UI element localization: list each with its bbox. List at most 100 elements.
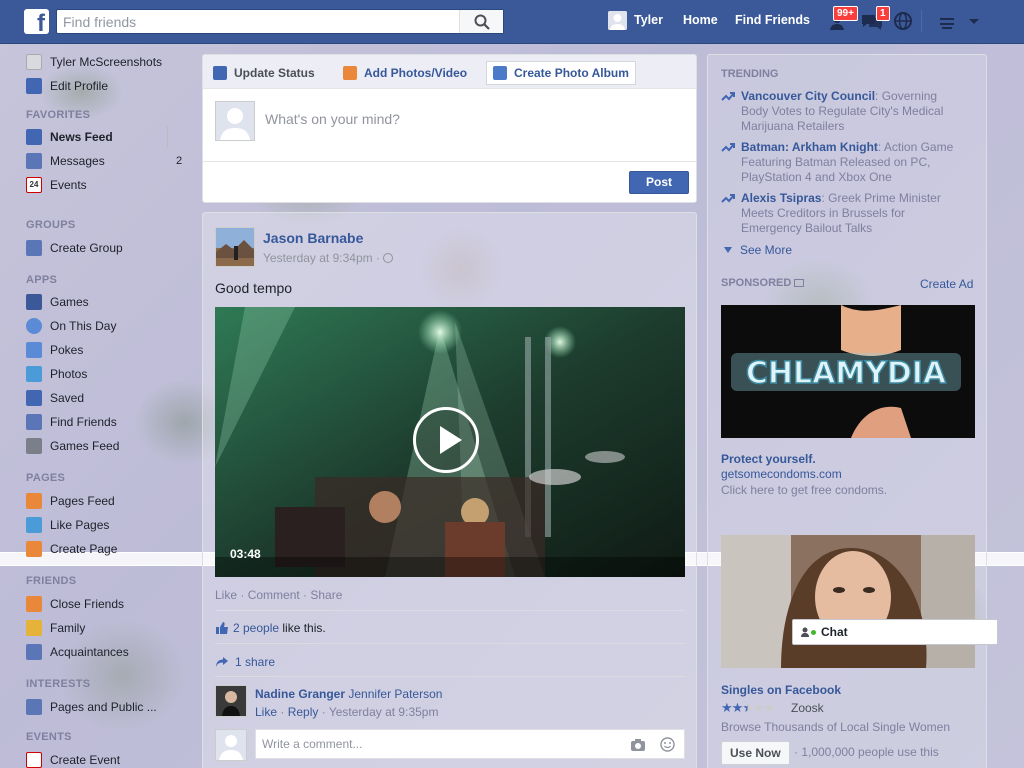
like-link[interactable]: Like — [215, 588, 237, 602]
profile-link[interactable]: Tyler — [634, 13, 663, 27]
home-link[interactable]: Home — [683, 13, 718, 27]
sidebar-item-pages-feed[interactable]: Pages Feed — [26, 491, 115, 511]
find-friends-link[interactable]: Find Friends — [735, 13, 810, 27]
post-timestamp[interactable]: Yesterday at 9:34pm · — [263, 251, 394, 265]
sidebar-item-on-this-day[interactable]: On This Day — [26, 316, 116, 336]
video-player[interactable]: 03:48 — [215, 307, 685, 577]
friend-requests-button[interactable]: 99+ — [828, 6, 858, 32]
comment-like-link[interactable]: Like — [255, 705, 277, 719]
calendar-icon: 24 — [26, 177, 42, 193]
trending-item[interactable]: Batman: Arkham Knight: Action Game Featu… — [721, 140, 961, 185]
search-button[interactable] — [459, 10, 503, 33]
likes-link[interactable]: 2 people — [233, 621, 279, 635]
status-input[interactable]: What's on your mind? — [265, 111, 400, 127]
sidebar-item-pokes[interactable]: Pokes — [26, 340, 83, 360]
comment-reply-link[interactable]: Reply — [288, 705, 319, 719]
sidebar-item-create-event[interactable]: Create Event — [26, 750, 120, 768]
sidebar-item-pages-public[interactable]: Pages and Public ... — [26, 697, 157, 717]
sidebar-item-create-group[interactable]: Create Group — [26, 238, 123, 258]
sidebar-item-label: Create Event — [50, 753, 121, 767]
trending-item[interactable]: Alexis Tsipras: Greek Prime Minister Mee… — [721, 191, 961, 236]
privacy-shortcuts-button[interactable] — [938, 10, 962, 32]
divider — [215, 676, 685, 677]
search-box[interactable] — [56, 9, 504, 34]
ad-image[interactable] — [721, 535, 975, 668]
separator: · — [299, 588, 311, 602]
sidebar-item-acquaintances[interactable]: Acquaintances — [26, 642, 129, 662]
apps-header: APPS — [26, 274, 58, 286]
create-page-icon — [26, 541, 42, 557]
favorites-header: FAVORITES — [26, 109, 91, 121]
thumbs-up-icon — [216, 622, 228, 634]
sidebar-item-create-page[interactable]: Create Page — [26, 539, 117, 559]
ad-banner-graphic: CHLAMYDIA — [721, 305, 975, 438]
post-button[interactable]: Post — [629, 171, 689, 194]
sidebar-item-events[interactable]: 24 Events — [26, 175, 87, 195]
ad-title[interactable]: Singles on Facebook — [721, 683, 841, 697]
see-more-link[interactable]: See More — [724, 243, 792, 257]
author-avatar[interactable] — [215, 227, 255, 267]
tab-create-album[interactable]: Create Photo Album — [486, 61, 636, 85]
ad-url[interactable]: getsomecondoms.com — [721, 467, 842, 481]
ad-image[interactable]: CHLAMYDIA — [721, 305, 975, 438]
sidebar-item-close-friends[interactable]: Close Friends — [26, 594, 124, 614]
comment-text[interactable]: Jennifer Paterson — [348, 687, 442, 701]
sidebar-item-family[interactable]: Family — [26, 618, 85, 638]
see-more-label: See More — [740, 243, 793, 257]
emoji-icon[interactable] — [660, 737, 675, 752]
share-arrow-icon — [216, 657, 228, 667]
sidebar-item-label: Saved — [50, 391, 85, 405]
sidebar-item-saved[interactable]: Saved — [26, 388, 84, 408]
sidebar-item-find-friends[interactable]: Find Friends — [26, 412, 117, 432]
play-button[interactable] — [413, 407, 479, 473]
ad-title[interactable]: Protect yourself. — [721, 452, 816, 466]
tab-update-status[interactable]: Update Status — [213, 61, 315, 85]
comment-body: Nadine Granger Jennifer Paterson — [255, 687, 442, 701]
sidebar-item-label: Photos — [50, 367, 88, 381]
share-link[interactable]: Share — [310, 588, 342, 602]
create-event-icon — [26, 752, 42, 768]
profile-avatar[interactable] — [608, 11, 627, 30]
create-ad-link[interactable]: Create Ad — [920, 277, 973, 291]
sidebar-item-like-pages[interactable]: Like Pages — [26, 515, 109, 535]
commenter-avatar[interactable] — [215, 685, 247, 717]
comment-meta: Like · Reply · Yesterday at 9:35pm — [255, 705, 438, 719]
sidebar-item-label: Tyler McScreenshots — [50, 55, 163, 69]
sidebar-item-photos[interactable]: Photos — [26, 364, 87, 384]
avatar-icon — [26, 54, 42, 70]
author-name[interactable]: Jason Barnabe — [263, 230, 363, 246]
use-now-button[interactable]: Use Now — [721, 741, 790, 765]
sidebar-item-messages[interactable]: Messages — [26, 151, 105, 171]
tab-add-photos[interactable]: Add Photos/Video — [343, 61, 467, 85]
messages-button[interactable]: 1 — [860, 6, 890, 32]
account-menu-button[interactable] — [964, 10, 988, 32]
comment-input[interactable] — [262, 737, 612, 751]
sidebar-item-label: Games Feed — [50, 439, 120, 453]
comment-timestamp[interactable]: Yesterday at 9:35pm — [329, 705, 439, 719]
story-actions: Like · Comment · Share — [215, 588, 342, 602]
facebook-logo-icon[interactable]: f — [24, 9, 49, 34]
sidebar-item-games-feed[interactable]: Games Feed — [26, 436, 119, 456]
shares-summary[interactable]: 1 share — [215, 655, 275, 669]
sidebar-item-news-feed[interactable]: News Feed — [26, 127, 113, 147]
sidebar-item-label: Pages and Public ... — [50, 700, 157, 714]
comment-link[interactable]: Comment — [248, 588, 300, 602]
trend-title[interactable]: Vancouver City Council — [741, 89, 875, 103]
chat-tab[interactable]: Chat — [792, 619, 998, 645]
trending-arrow-icon — [721, 143, 735, 152]
camera-icon[interactable] — [630, 738, 646, 752]
default-avatar-icon — [608, 11, 627, 30]
sidebar-item-edit-profile[interactable]: Edit Profile — [26, 76, 108, 96]
comment-author[interactable]: Nadine Granger — [255, 687, 345, 701]
trending-item[interactable]: Vancouver City Council: Governing Body V… — [721, 89, 961, 134]
notifications-button[interactable] — [892, 10, 916, 32]
comment-box[interactable] — [255, 729, 685, 759]
rss-icon — [26, 699, 42, 715]
trend-title[interactable]: Alexis Tsipras — [741, 191, 821, 205]
search-input[interactable] — [63, 13, 459, 31]
sidebar-item-profile[interactable]: Tyler McScreenshots — [26, 52, 162, 72]
sidebar-item-games[interactable]: Games — [26, 292, 89, 312]
news-feed-icon — [26, 129, 42, 145]
trend-title[interactable]: Batman: Arkham Knight — [741, 140, 878, 154]
sidebar-item-label: Like Pages — [50, 518, 110, 532]
